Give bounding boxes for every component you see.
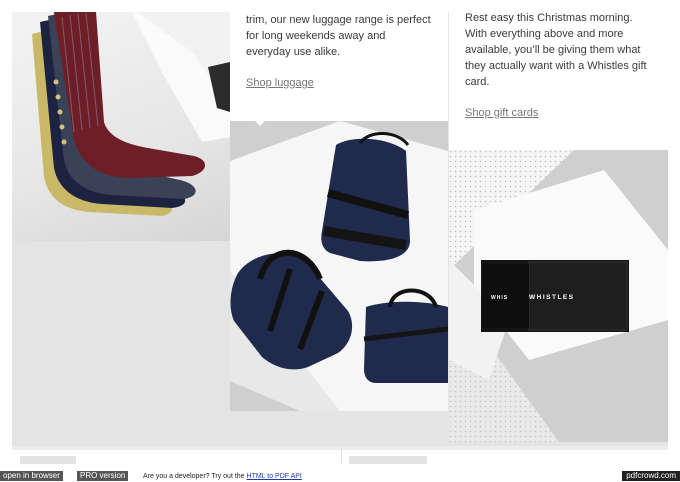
luggage-promo: trim, our new luggage range is perfect f… xyxy=(230,0,448,121)
pro-version-button[interactable]: PRO version xyxy=(77,471,129,481)
bags-illustration xyxy=(230,121,448,411)
shop-gift-cards-link[interactable]: Shop gift cards xyxy=(465,107,538,119)
shop-luggage-link[interactable]: Shop luggage xyxy=(246,77,314,89)
luggage-description: trim, our new luggage range is perfect f… xyxy=(246,14,431,58)
developer-prompt: Are you a developer? Try out the HTML to… xyxy=(143,472,302,481)
card-brand-text: WHISTLES xyxy=(529,294,575,301)
bottom-band xyxy=(12,446,668,450)
socks-image[interactable] xyxy=(12,12,230,241)
next-row-placeholder-right xyxy=(349,456,427,464)
bottom-divider xyxy=(341,448,342,464)
html-to-pdf-api-link[interactable]: HTML to PDF API xyxy=(247,473,302,480)
developer-prompt-text: Are you a developer? Try out the xyxy=(143,473,247,480)
card-brand-short-text: WHIS xyxy=(491,295,508,301)
socks-illustration xyxy=(32,12,230,216)
pdfcrowd-footer: open in browser PRO version Are you a de… xyxy=(0,468,680,482)
gift-card-illustration: WHISTLES WHIS xyxy=(449,150,668,442)
bags-image[interactable] xyxy=(230,121,448,411)
gift-card-image[interactable]: WHISTLES WHIS xyxy=(449,150,668,442)
next-row-placeholder-left xyxy=(20,456,76,464)
gift-card-promo: Rest easy this Christmas morning. With e… xyxy=(449,0,668,150)
pointer-notch xyxy=(252,118,268,126)
gift-card-description: Rest easy this Christmas morning. With e… xyxy=(465,12,647,88)
open-in-browser-button[interactable]: open in browser xyxy=(0,471,63,481)
pdfcrowd-brand[interactable]: pdfcrowd.com xyxy=(622,471,680,481)
